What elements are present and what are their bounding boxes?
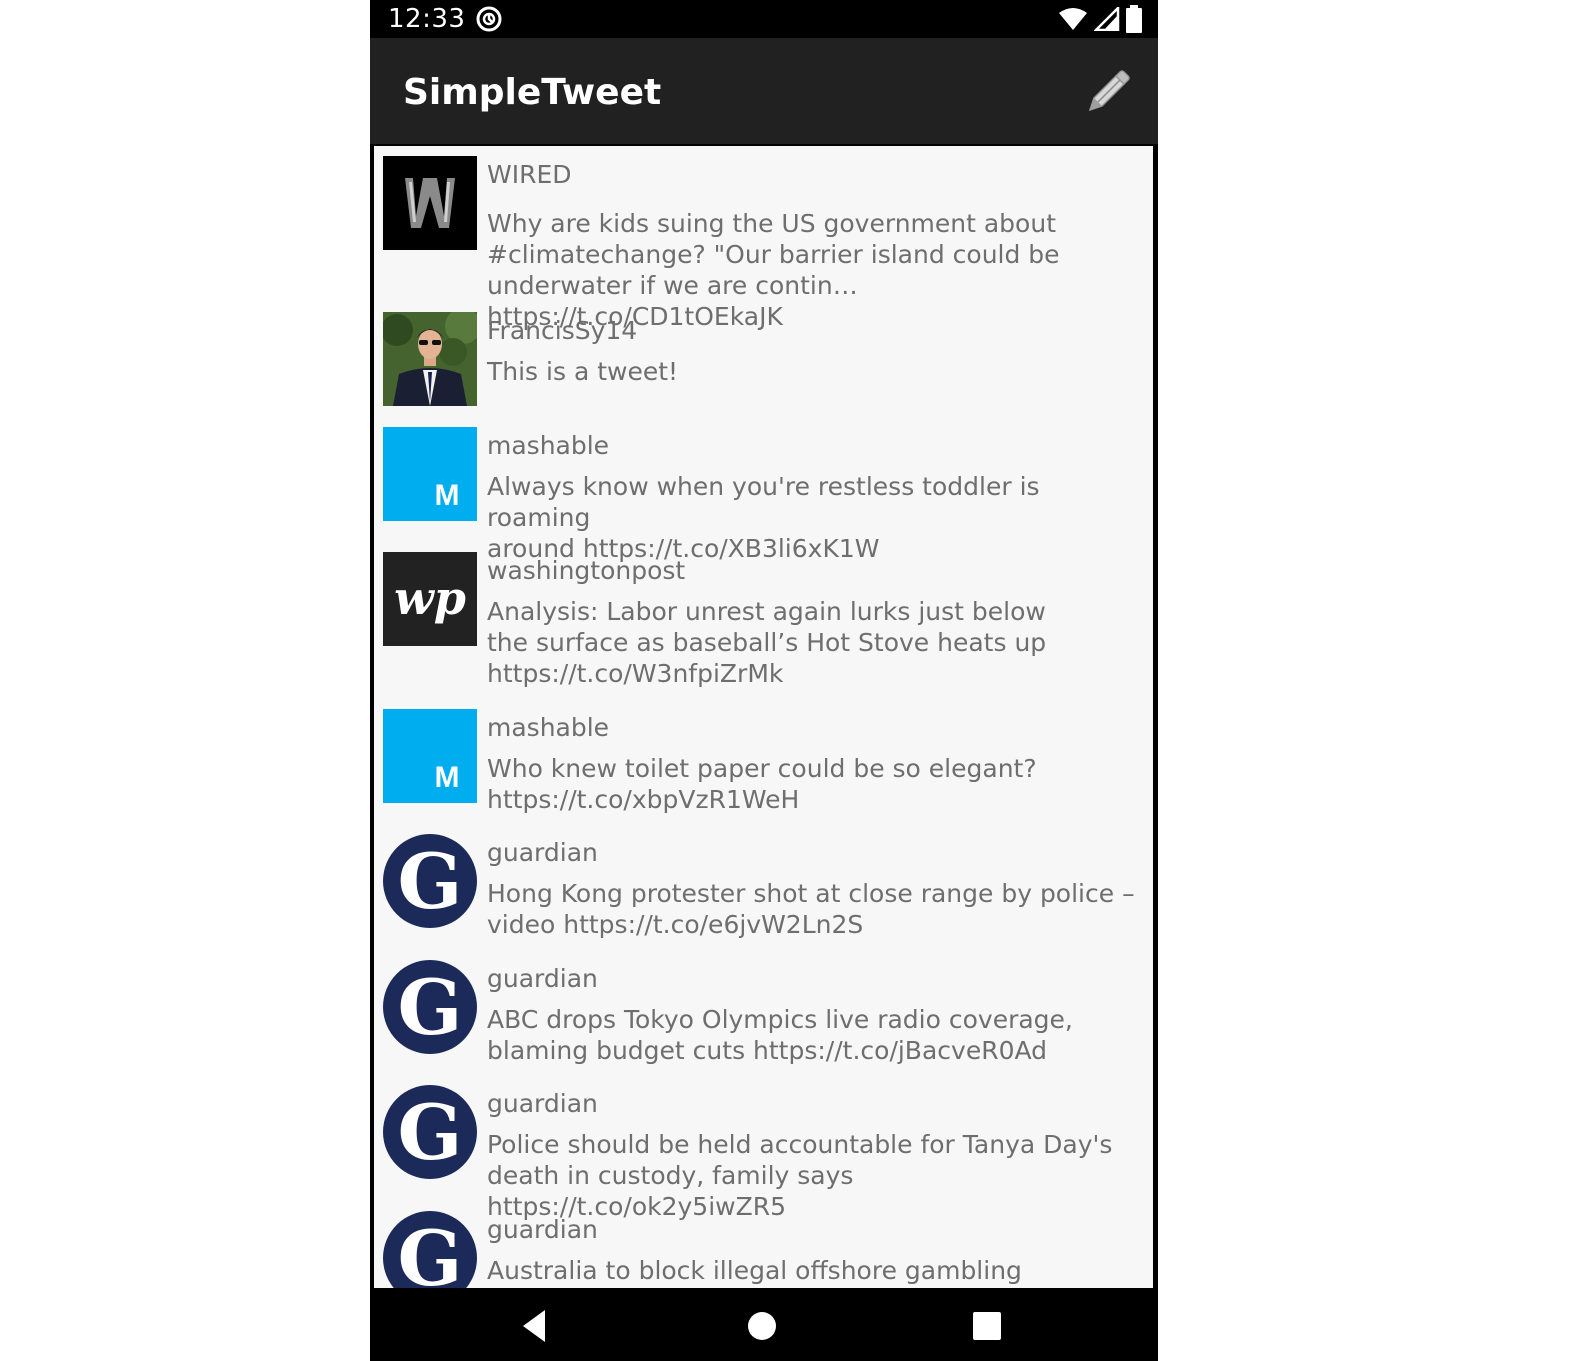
navigation-bar [370,1288,1158,1361]
status-bar: 12:33 [370,0,1158,38]
tweet-row[interactable]: wp washingtonpost Analysis: Labor unrest… [374,552,1153,702]
tweet-list[interactable]: WIRED Why are kids suing the US governme… [374,146,1153,1288]
battery-icon [1126,5,1142,33]
tweet-row[interactable]: M mashable Who knew toilet paper could b… [374,709,1153,825]
tweet-handle[interactable]: guardian [487,1089,598,1118]
tweet-text: Hong Kong protester shot at close range … [487,879,1135,939]
guardian-logo-icon: G [383,960,477,1054]
wifi-icon [1059,8,1087,30]
tweet-text: Always know when you're restless toddler… [487,472,1040,563]
guardian-logo-icon: G [383,1085,477,1179]
svg-text:wp: wp [394,571,466,625]
wired-avatar[interactable] [383,156,477,250]
svg-text:G: G [398,963,463,1052]
tweet-row[interactable]: FrancisSy14 This is a tweet! [374,312,1153,418]
tweet-text: ABC drops Tokyo Olympics live radio cove… [487,1005,1073,1065]
user-photo-icon [383,312,477,406]
mashable-avatar[interactable]: M [383,427,477,521]
tweet-handle[interactable]: mashable [487,431,609,460]
tweet-row[interactable]: G guardian Police should be held account… [374,1085,1153,1221]
guardian-avatar[interactable]: G [383,1085,477,1179]
tweet-row[interactable]: G guardian Hong Kong protester shot at c… [374,834,1153,952]
mashable-avatar[interactable]: M [383,709,477,803]
tweet-handle[interactable]: FrancisSy14 [487,316,637,345]
guardian-avatar[interactable]: G [383,834,477,928]
tweet-text: Police should be held accountable for Ta… [487,1130,1113,1221]
guardian-logo-icon: G [383,834,477,928]
tweet-text: This is a tweet! [487,357,679,386]
tweet-text: Who knew toilet paper could be so elegan… [487,754,1037,814]
guardian-avatar[interactable]: G [383,1211,477,1288]
app-bar: SimpleTweet [370,38,1158,144]
tweet-row[interactable]: G guardian ABC drops Tokyo Olympics live… [374,960,1153,1078]
tweet-handle[interactable]: washingtonpost [487,556,685,585]
tweet-row[interactable]: M mashable Always know when you're restl… [374,427,1153,563]
phone-screen: 12:33 SimpleTweet WIRED Why are kids sui… [370,0,1158,1361]
tweet-handle[interactable]: mashable [487,713,609,742]
guardian-avatar[interactable]: G [383,960,477,1054]
back-icon[interactable] [515,1306,555,1346]
status-time: 12:33 [388,4,466,34]
tweet-text: Analysis: Labor unrest again lurks just … [487,597,1047,688]
pencil-icon [1088,70,1130,112]
tweet-handle[interactable]: WIRED [487,160,572,189]
svg-text:M: M [435,761,460,794]
tweet-handle[interactable]: guardian [487,964,598,993]
home-icon[interactable] [742,1306,782,1346]
wired-logo-icon [383,156,477,250]
svg-text:G: G [398,837,463,926]
mashable-logo-icon: M [383,427,477,521]
tweet-text: Australia to block illegal offshore gamb… [487,1256,1022,1288]
status-icons [1058,5,1142,33]
tweet-row[interactable]: WIRED Why are kids suing the US governme… [374,156,1153,331]
guardian-logo-icon: G [383,1211,477,1288]
mashable-logo-icon: M [383,709,477,803]
user-avatar[interactable] [383,312,477,406]
washingtonpost-logo-icon: wp [383,552,477,646]
tweet-handle[interactable]: guardian [487,838,598,867]
svg-text:G: G [398,1088,463,1177]
recents-icon[interactable] [967,1306,1007,1346]
app-title: SimpleTweet [403,72,662,113]
sync-icon [476,6,502,32]
tweet-handle[interactable]: guardian [487,1215,598,1244]
washingtonpost-avatar[interactable]: wp [383,552,477,646]
compose-button[interactable] [1080,66,1132,118]
signal-icon [1094,7,1120,31]
svg-text:G: G [398,1214,463,1288]
svg-text:M: M [435,479,460,512]
tweet-row[interactable]: G guardian Australia to block illegal of… [374,1211,1153,1288]
